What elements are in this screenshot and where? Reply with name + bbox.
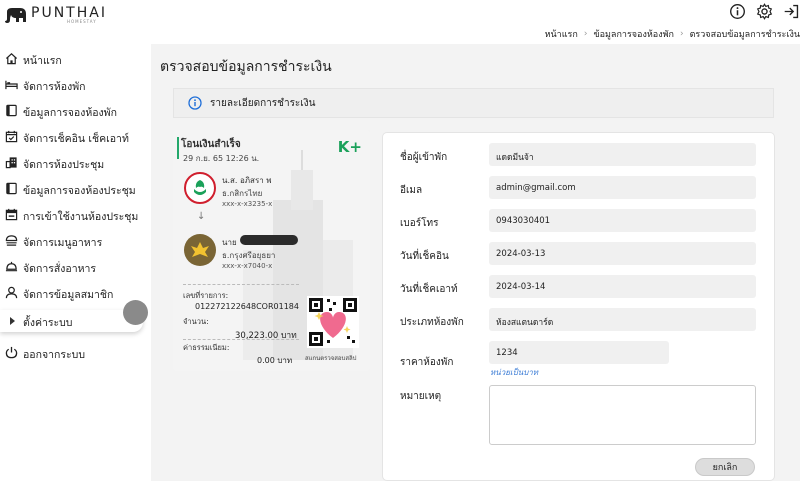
slip-divider bbox=[183, 284, 299, 285]
room-type-label: ประเภทห้องพัก bbox=[400, 317, 464, 328]
slip-title: โอนเงินสำเร็จ bbox=[181, 139, 241, 150]
kplus-logo: K+ bbox=[337, 138, 362, 156]
guest-name-label: ชื่อผู้เข้าพัก bbox=[400, 152, 448, 163]
slip-divider bbox=[183, 339, 299, 340]
payment-details-header: รายละเอียดการชำระเงิน bbox=[173, 88, 774, 118]
brand-name: PUNTHAI bbox=[31, 5, 107, 21]
user-icon bbox=[5, 286, 18, 299]
remarks-textarea[interactable] bbox=[489, 385, 756, 445]
remarks-label: หมายเหตุ bbox=[400, 391, 442, 402]
payment-details-label: รายละเอียดการชำระเงิน bbox=[210, 97, 316, 109]
payment-slip-image[interactable]: โอนเงินสำเร็จ 29 ก.ย. 65 12:26 น. K+ น.ส… bbox=[173, 130, 370, 371]
room-price-label: ราคาห้องพัก bbox=[400, 357, 454, 368]
sidebar-item-room-bookings[interactable]: ข้อมูลการจองห้องพัก bbox=[0, 100, 151, 122]
info-icon[interactable] bbox=[729, 3, 746, 20]
calendar-icon bbox=[5, 208, 18, 221]
book-icon bbox=[6, 182, 17, 195]
arrow-down-icon: ↓ bbox=[197, 211, 206, 222]
slip-accent-bar bbox=[177, 137, 179, 159]
main-content: ตรวจสอบข้อมูลการชำระเงิน รายละเอียดการชำ… bbox=[151, 44, 800, 481]
building-icon bbox=[5, 157, 17, 169]
home-icon bbox=[5, 53, 18, 65]
triangle-right-icon bbox=[10, 317, 15, 325]
redacted-name-bar bbox=[240, 235, 298, 245]
chevron-right-icon: › bbox=[679, 29, 684, 39]
sidebar-item-logout[interactable]: ออกจากระบบ bbox=[0, 342, 151, 364]
krungsri-logo-icon bbox=[184, 234, 216, 266]
sender-bank: ธ.กสิกรไทย bbox=[222, 189, 263, 198]
page-title: ตรวจสอบข้อมูลการชำระเงิน bbox=[160, 59, 332, 75]
ref-value: 012272122648COR01184 bbox=[195, 302, 299, 311]
email-field[interactable]: admin@gmail.com bbox=[489, 176, 756, 199]
phone-field[interactable]: 0943030401 bbox=[489, 209, 756, 232]
price-unit-hint: หน่วยเป็นบาท bbox=[490, 368, 539, 377]
breadcrumb: หน้าแรก › ข้อมูลการจองห้องพัก › ตรวจสอบข… bbox=[545, 27, 800, 41]
logout-icon[interactable] bbox=[783, 3, 800, 20]
sidebar-item-meeting-usage[interactable]: การเข้าใช้งานห้องประชุม bbox=[0, 204, 151, 226]
sidebar-item-meeting-rooms[interactable]: จัดการห้องประชุม bbox=[0, 152, 151, 174]
power-icon bbox=[5, 346, 18, 359]
guest-name-field[interactable]: แดดมีนจ้า bbox=[489, 143, 756, 166]
ref-label: เลขที่รายการ: bbox=[183, 291, 229, 300]
info-circle-icon bbox=[188, 96, 202, 110]
elephant-logo-icon bbox=[5, 8, 26, 23]
receiver-bank: ธ.กรุงศรีอยุธยา bbox=[222, 251, 276, 260]
booking-details-form: ชื่อผู้เข้าพัก แดดมีนจ้า อีเมล admin@gma… bbox=[382, 132, 775, 481]
qr-code bbox=[307, 296, 359, 348]
chevron-right-icon: › bbox=[583, 29, 588, 39]
sender-account: xxx-x-x3235-x bbox=[222, 200, 273, 208]
sidebar-item-settings[interactable]: ตั้งค่าระบบ bbox=[0, 310, 143, 332]
fee-value: 0.00 บาท bbox=[257, 356, 293, 365]
sidebar-item-home[interactable]: หน้าแรก bbox=[0, 48, 151, 70]
qr-caption: สแกนตรวจสอบสลิป bbox=[305, 355, 357, 362]
book-icon bbox=[6, 104, 17, 117]
room-price-field[interactable]: 1234 bbox=[489, 341, 669, 364]
bed-icon bbox=[5, 80, 18, 90]
sidebar: หน้าแรก จัดการห้องพัก ข้อมูลการจองห้องพั… bbox=[0, 44, 151, 481]
breadcrumb-home[interactable]: หน้าแรก bbox=[545, 27, 578, 41]
fee-label: ค่าธรรมเนียม: bbox=[183, 343, 230, 352]
cancel-button[interactable]: ยกเลิก bbox=[695, 458, 755, 476]
gear-icon[interactable] bbox=[756, 3, 773, 20]
checkin-date-label: วันที่เช็คอิน bbox=[400, 251, 449, 262]
sender-name: น.ส. อภิสรา พ bbox=[222, 176, 272, 185]
amount-label: จำนวน: bbox=[183, 317, 209, 326]
phone-label: เบอร์โทร bbox=[400, 218, 439, 229]
serving-icon bbox=[5, 261, 18, 272]
breadcrumb-booking[interactable]: ข้อมูลการจองห้องพัก bbox=[593, 27, 674, 41]
breadcrumb-current: ตรวจสอบข้อมูลการชำระเงิน bbox=[689, 30, 800, 40]
sidebar-item-food-orders[interactable]: จัดการสั่งอาหาร bbox=[0, 256, 151, 278]
sidebar-item-meeting-bookings[interactable]: ข้อมูลการจองห้องประชุม bbox=[0, 178, 151, 200]
checkin-date-field[interactable]: 2024-03-13 bbox=[489, 242, 756, 265]
email-label: อีเมล bbox=[400, 185, 423, 196]
checkout-date-label: วันที่เช็คเอาท์ bbox=[400, 284, 458, 295]
sidebar-item-rooms[interactable]: จัดการห้องพัก bbox=[0, 74, 151, 96]
room-type-field[interactable]: ห้องสแตนดาร์ด bbox=[489, 308, 756, 331]
food-icon bbox=[5, 235, 18, 246]
checkout-date-field[interactable]: 2024-03-14 bbox=[489, 275, 756, 298]
receiver-account: xxx-x-x7040-x bbox=[222, 262, 273, 270]
sidebar-item-checkin[interactable]: จัดการเช็คอิน เช็คเอาท์ bbox=[0, 126, 151, 148]
logo[interactable]: PUNTHAI HOMESTAY bbox=[4, 6, 107, 26]
mouse-cursor-indicator bbox=[123, 300, 148, 325]
slip-date: 29 ก.ย. 65 12:26 น. bbox=[183, 154, 260, 163]
calendar-check-icon bbox=[5, 130, 18, 143]
sidebar-item-food-menu[interactable]: จัดการเมนูอาหาร bbox=[0, 230, 151, 252]
kbank-logo-icon bbox=[184, 172, 216, 204]
top-bar: PUNTHAI HOMESTAY หน้าแรก › ข้อมูลการจองห… bbox=[0, 0, 800, 44]
receiver-name: นาย bbox=[222, 238, 237, 247]
